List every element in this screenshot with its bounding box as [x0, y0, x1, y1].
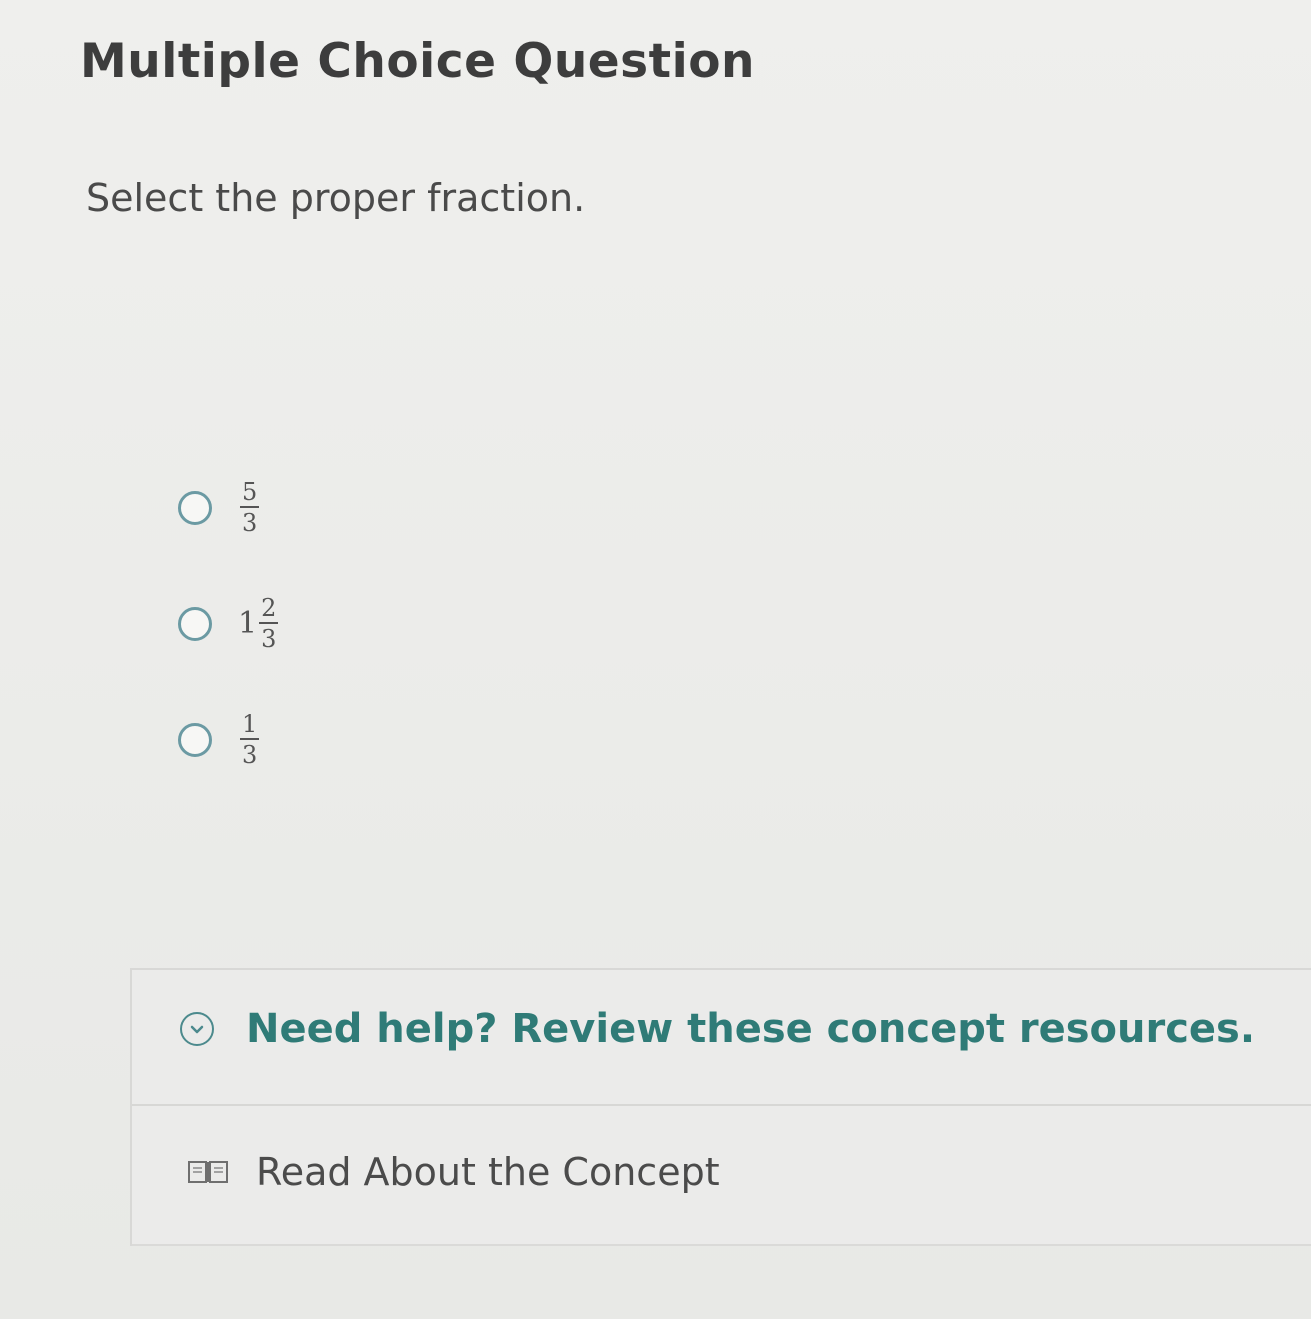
page: Multiple Choice Question Select the prop…: [0, 0, 1311, 1319]
radio-button[interactable]: [178, 490, 212, 525]
denominator: 3: [242, 741, 258, 769]
answer-option-1[interactable]: 5 3: [178, 478, 260, 537]
radio-button[interactable]: [178, 606, 212, 641]
divider: [132, 1104, 1311, 1106]
panel-bottom-border: [132, 1244, 1311, 1246]
numerator: 2: [259, 594, 279, 624]
answer-option-2[interactable]: 1 2 3: [178, 594, 279, 653]
fraction: 1 3: [240, 710, 260, 769]
help-header-text: Need help? Review these concept resource…: [246, 1006, 1256, 1052]
option-fraction: 1 2 3: [238, 594, 279, 653]
resource-label: Read About the Concept: [256, 1150, 720, 1194]
page-title: Multiple Choice Question: [80, 34, 755, 89]
radio-button[interactable]: [178, 722, 212, 757]
numerator: 5: [240, 478, 260, 508]
help-panel: Need help? Review these concept resource…: [130, 968, 1311, 1246]
answer-option-3[interactable]: 1 3: [178, 710, 260, 769]
option-fraction: 5 3: [238, 478, 260, 537]
option-fraction: 1 3: [238, 710, 260, 769]
denominator: 3: [261, 625, 277, 653]
question-prompt: Select the proper fraction.: [86, 176, 586, 220]
denominator: 3: [242, 509, 258, 537]
book-icon: [186, 1158, 230, 1186]
numerator: 1: [240, 710, 260, 740]
help-toggle[interactable]: Need help? Review these concept resource…: [180, 1006, 1255, 1052]
fraction: 2 3: [259, 594, 279, 653]
resource-read-about-concept[interactable]: Read About the Concept: [186, 1150, 720, 1194]
whole-number: 1: [238, 606, 258, 641]
chevron-down-circle-icon: [180, 1012, 214, 1046]
fraction: 5 3: [240, 478, 260, 537]
